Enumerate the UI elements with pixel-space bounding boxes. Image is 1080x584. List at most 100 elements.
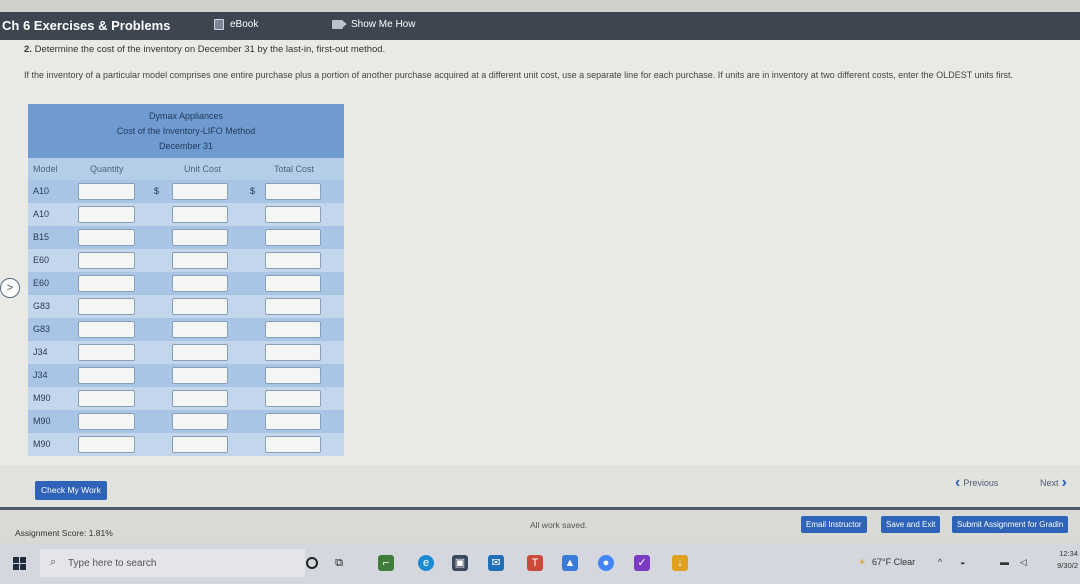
total-cost-input[interactable] bbox=[265, 436, 321, 453]
next-button[interactable]: Next › bbox=[1040, 474, 1067, 492]
unit-cost-input[interactable] bbox=[172, 298, 228, 315]
save-status: All work saved. bbox=[530, 520, 588, 530]
cortana-icon[interactable] bbox=[306, 557, 318, 569]
chevron-left-icon: ‹ bbox=[955, 474, 961, 491]
model-label: M90 bbox=[33, 439, 51, 449]
teams-icon[interactable]: T bbox=[527, 555, 543, 571]
assignment-footer: Assignment Score: 1.81% All work saved. … bbox=[0, 507, 1080, 543]
unit-cost-input[interactable] bbox=[172, 252, 228, 269]
worksheet-subtitle: Cost of the Inventory-LIFO Method bbox=[116, 126, 256, 136]
task-view-icon[interactable]: ⧉ bbox=[331, 555, 347, 571]
model-label: M90 bbox=[33, 416, 51, 426]
clock-time: 12:34 bbox=[1059, 549, 1078, 558]
model-label: J34 bbox=[33, 370, 48, 380]
total-cost-input[interactable] bbox=[265, 344, 321, 361]
quantity-input[interactable] bbox=[78, 183, 135, 200]
worksheet-row: J34 bbox=[28, 341, 344, 364]
submit-assignment-button[interactable]: Submit Assignment for Gradin bbox=[952, 516, 1069, 533]
quantity-input[interactable] bbox=[78, 321, 135, 338]
unit-cost-input[interactable] bbox=[172, 344, 228, 361]
quantity-input[interactable] bbox=[78, 390, 135, 407]
email-instructor-button[interactable]: Email Instructor bbox=[801, 516, 867, 533]
quantity-input[interactable] bbox=[78, 229, 135, 246]
col-quantity: Quantity bbox=[90, 164, 124, 174]
unit-cost-input[interactable] bbox=[172, 413, 228, 430]
unit-cost-input[interactable] bbox=[172, 183, 228, 200]
shield-icon[interactable]: ✓ bbox=[634, 555, 650, 571]
battery-icon[interactable]: ▬ bbox=[1000, 557, 1009, 567]
video-icon bbox=[332, 20, 347, 29]
problem-content: 2. Determine the cost of the inventory o… bbox=[0, 40, 1080, 465]
model-label: M90 bbox=[33, 393, 51, 403]
question-number: 2. bbox=[24, 44, 32, 55]
weather-text[interactable]: 67°F Clear bbox=[872, 557, 915, 567]
quantity-input[interactable] bbox=[78, 413, 135, 430]
weather-icon: ☀ bbox=[858, 557, 867, 567]
quantity-input[interactable] bbox=[78, 367, 135, 384]
save-and-exit-button[interactable]: Save and Exit bbox=[881, 516, 941, 533]
header-bar: Ch 6 Exercises & Problems eBook Show Me … bbox=[0, 12, 1080, 40]
worksheet-row: J34 bbox=[28, 364, 344, 387]
chevron-right-icon: › bbox=[1061, 474, 1067, 491]
quantity-input[interactable] bbox=[78, 252, 135, 269]
check-my-work-button[interactable]: Check My Work bbox=[35, 481, 107, 500]
unit-cost-input[interactable] bbox=[172, 367, 228, 384]
network-icon[interactable]: ◒ bbox=[960, 557, 965, 567]
quantity-input[interactable] bbox=[78, 206, 135, 223]
model-label: E60 bbox=[33, 278, 50, 288]
worksheet-row: B15 bbox=[28, 226, 344, 249]
col-total-cost: Total Cost bbox=[274, 164, 315, 174]
quantity-input[interactable] bbox=[78, 275, 135, 292]
worksheet-heading: Dymax Appliances Cost of the Inventory-L… bbox=[28, 104, 344, 158]
worksheet-row: M90 bbox=[28, 387, 344, 410]
edge-icon[interactable]: e bbox=[418, 555, 434, 571]
total-cost-input[interactable] bbox=[265, 206, 321, 223]
unit-cost-input[interactable] bbox=[172, 229, 228, 246]
quantity-input[interactable] bbox=[78, 344, 135, 361]
chrome-icon[interactable]: ● bbox=[598, 555, 614, 571]
total-cost-input[interactable] bbox=[265, 183, 321, 200]
worksheet-row: A10 bbox=[28, 203, 344, 226]
worksheet-row: M90 bbox=[28, 433, 344, 456]
model-label: G83 bbox=[33, 324, 51, 334]
tray-chevron-up-icon[interactable]: ^ bbox=[938, 557, 942, 567]
quantity-input[interactable] bbox=[78, 298, 135, 315]
lifo-worksheet: Dymax Appliances Cost of the Inventory-L… bbox=[28, 104, 344, 464]
column-headers: Model Quantity Unit Cost Total Cost bbox=[28, 158, 344, 180]
unit-cost-input[interactable] bbox=[172, 390, 228, 407]
ebook-link[interactable]: eBook bbox=[214, 19, 258, 30]
book-icon bbox=[214, 19, 224, 30]
app-icon[interactable]: ⌐ bbox=[378, 555, 394, 571]
model-label: G83 bbox=[33, 301, 51, 311]
previous-label: Previous bbox=[963, 478, 999, 488]
unit-cost-input[interactable] bbox=[172, 206, 228, 223]
show-me-how-label: Show Me How bbox=[351, 19, 416, 30]
current-question-chevron-icon[interactable]: > bbox=[0, 278, 20, 298]
total-cost-input[interactable] bbox=[265, 367, 321, 384]
show-me-how-link[interactable]: Show Me How bbox=[332, 19, 415, 30]
unit-cost-input[interactable] bbox=[172, 275, 228, 292]
total-cost-input[interactable] bbox=[265, 275, 321, 292]
total-cost-input[interactable] bbox=[265, 413, 321, 430]
total-cost-input[interactable] bbox=[265, 229, 321, 246]
taskbar-search[interactable]: ⌕ Type here to search bbox=[40, 549, 305, 577]
question-text: Determine the cost of the inventory on D… bbox=[34, 44, 386, 55]
total-cost-input[interactable] bbox=[265, 252, 321, 269]
quantity-input[interactable] bbox=[78, 436, 135, 453]
drive-icon[interactable]: ▲ bbox=[562, 555, 578, 571]
windows-start-icon[interactable] bbox=[13, 557, 26, 570]
total-cost-input[interactable] bbox=[265, 390, 321, 407]
volume-icon[interactable]: ◁ bbox=[1020, 557, 1027, 568]
instruction-text: If the inventory of a particular model c… bbox=[24, 70, 1014, 80]
download-icon[interactable]: ↓ bbox=[672, 555, 688, 571]
unit-cost-input[interactable] bbox=[172, 436, 228, 453]
worksheet-rows: A10 $ $ A10 B15 E60 E60 G83 G83 J34 J34 M90 M90 M90 bbox=[28, 180, 344, 464]
mail-icon[interactable]: ✉ bbox=[488, 555, 504, 571]
store-icon[interactable]: ▣ bbox=[452, 555, 468, 571]
total-cost-input[interactable] bbox=[265, 298, 321, 315]
system-clock[interactable]: 12:34 9/30/2 bbox=[1050, 548, 1078, 572]
unit-cost-input[interactable] bbox=[172, 321, 228, 338]
total-cost-input[interactable] bbox=[265, 321, 321, 338]
col-unit-cost: Unit Cost bbox=[184, 164, 222, 174]
previous-button[interactable]: ‹ Previous bbox=[955, 474, 998, 492]
